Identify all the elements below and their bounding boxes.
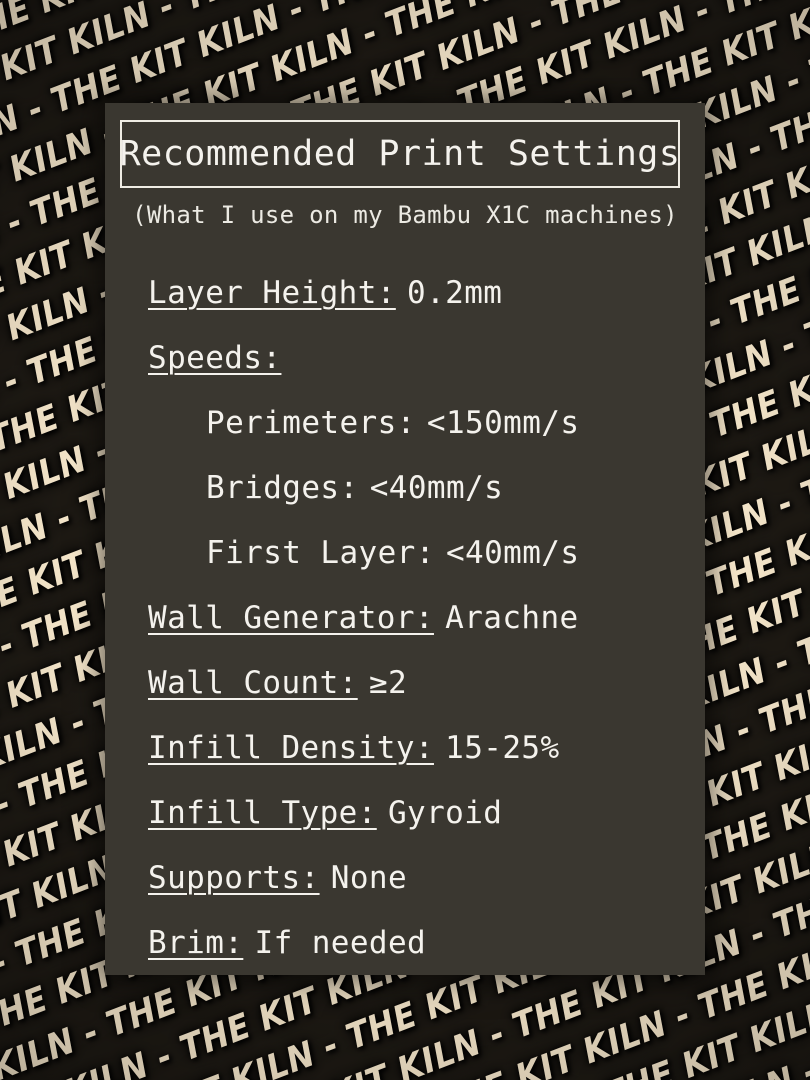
setting-row: Speeds:	[148, 325, 693, 390]
setting-label: Wall Generator:	[148, 599, 434, 636]
setting-value: <40mm/s	[445, 534, 580, 571]
setting-value: <150mm/s	[426, 404, 580, 441]
settings-card: Recommended Print Settings (What I use o…	[105, 103, 705, 975]
setting-label: First Layer:	[206, 534, 435, 571]
setting-row: Layer Height: 0.2mm	[148, 260, 693, 325]
setting-value: 0.2mm	[407, 274, 503, 311]
setting-label: Bridges:	[206, 469, 359, 506]
setting-label: Wall Count:	[148, 664, 358, 701]
setting-row: Bridges: <40mm/s	[148, 455, 693, 520]
setting-value: <40mm/s	[369, 469, 504, 506]
setting-label: Infill Density:	[148, 729, 434, 766]
settings-list: Layer Height: 0.2mm Speeds: Perimeters: <150…	[148, 260, 693, 975]
setting-row: Supports: None	[148, 845, 693, 910]
setting-row: Wall Count: ≥2	[148, 650, 693, 715]
subtitle: (What I use on my Bambu X1C machines)	[132, 201, 678, 229]
setting-row: Perimeters: <150mm/s	[148, 390, 693, 455]
setting-row: Brim: If needed	[148, 910, 693, 975]
setting-value: ≥2	[368, 664, 408, 701]
setting-row: Infill Density: 15-25%	[148, 715, 693, 780]
title-box: Recommended Print Settings	[120, 120, 680, 188]
setting-row: Infill Type: Gyroid	[148, 780, 693, 845]
settings-infographic: THE KIT KILN - THE KIT KILN - THE KIT KI…	[0, 0, 810, 1080]
setting-label: Perimeters:	[206, 404, 416, 441]
setting-label: Brim:	[148, 924, 244, 961]
setting-label: Supports:	[148, 859, 320, 896]
setting-row: First Layer: <40mm/s	[148, 520, 693, 585]
setting-value: None	[330, 859, 408, 896]
setting-row: Wall Generator: Arachne	[148, 585, 693, 650]
setting-value: 15-25%	[445, 729, 560, 766]
setting-value: Arachne	[445, 599, 579, 636]
setting-value: Gyroid	[387, 794, 503, 831]
setting-label: Infill Type:	[148, 794, 377, 831]
setting-label: Layer Height:	[148, 274, 396, 311]
setting-label: Speeds:	[148, 339, 282, 376]
page-title: Recommended Print Settings	[119, 134, 681, 174]
setting-value: If needed	[254, 924, 427, 961]
